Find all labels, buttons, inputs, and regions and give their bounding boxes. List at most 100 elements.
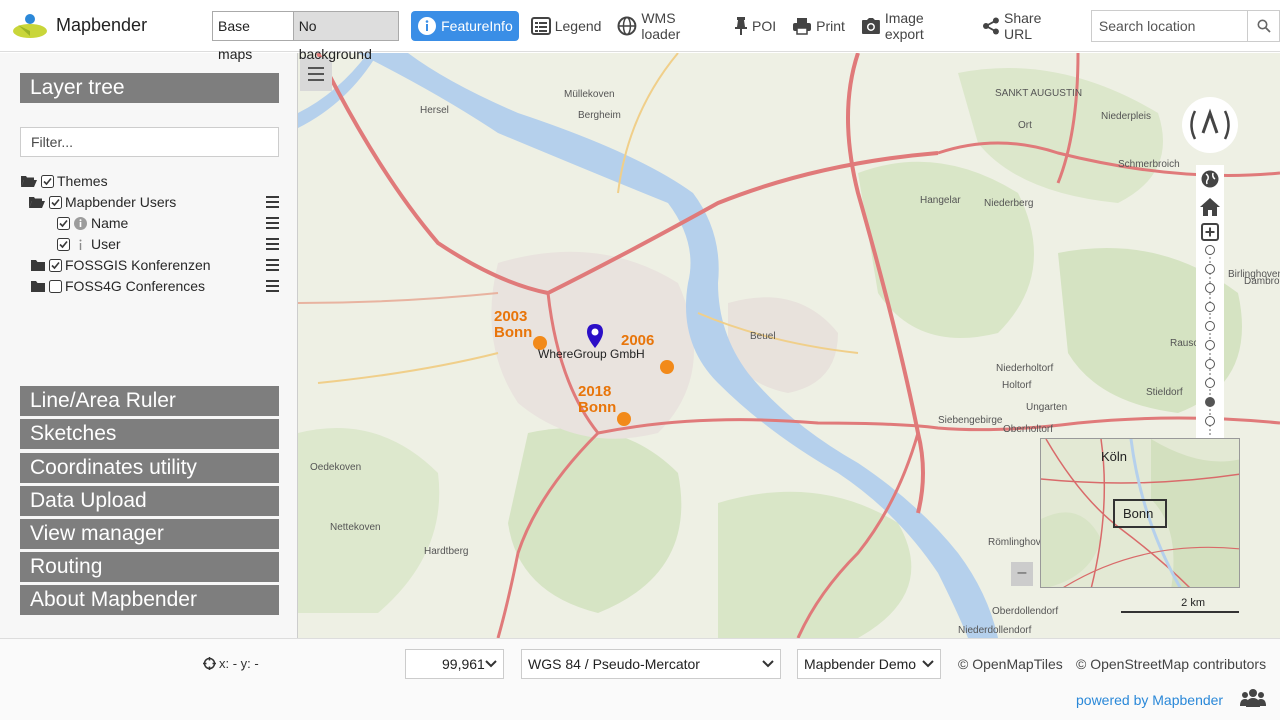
folder-open-icon [29,197,45,208]
map-label-stieldorf: Stieldorf [1146,387,1183,398]
scale-value: 99,961 [442,656,485,672]
share-url-button[interactable]: Share URL [978,10,1077,42]
checkbox-checked-icon[interactable] [41,174,54,188]
folder-icon [31,280,45,292]
layer-menu-icon[interactable] [266,255,279,275]
tree-node-themes[interactable]: Themes [20,171,108,191]
map-label-oberholtorf: Oberholtorf [1003,424,1054,435]
map-label-niederdollendorf: Niederdollendorf [958,625,1032,636]
scale-select[interactable]: 99,961 [405,649,504,679]
pushpin-icon [734,16,747,35]
globe-icon [617,16,637,35]
zoom-level-stop[interactable] [1205,283,1215,293]
map-label-holtorf: Holtorf [1002,380,1032,391]
map-label-hardtberg: Hardtberg [424,546,469,557]
zoom-in-icon[interactable] [1201,223,1219,241]
poi-button[interactable]: POI [730,11,780,41]
layer-tree-header[interactable]: Layer tree [20,73,279,103]
accordion-sketches[interactable]: Sketches [20,419,279,449]
map-label-oberdollendorf: Oberdollendorf [992,606,1059,617]
folder-icon [31,259,45,271]
overview-label-bonn: Bonn [1123,506,1154,521]
tree-node-user[interactable]: User [57,234,121,254]
globe-icon[interactable] [1201,170,1219,188]
accordion-view-manager[interactable]: View manager [20,519,279,549]
map-canvas[interactable]: Hersel Müllekoven Bergheim SANKT AUGUSTI… [298,53,1280,638]
search-input[interactable] [1091,10,1247,41]
checkbox-unchecked-icon[interactable] [49,279,62,293]
checkbox-checked-icon[interactable] [49,195,62,209]
accordion-line-area-ruler[interactable]: Line/Area Ruler [20,386,279,416]
zoom-level-current[interactable] [1205,397,1215,407]
tree-node-foss4g[interactable]: FOSS4G Conferences [30,276,205,296]
map-label-dambroich: Dambroich [1244,276,1280,287]
powered-by-link[interactable]: powered by Mapbender [1076,692,1223,708]
compass-rotate-icon [1190,108,1230,140]
srs-select[interactable]: WGS 84 / Pseudo-Mercator [521,649,781,679]
map-label-siebengebirge: Siebengebirge [938,415,1003,426]
home-icon[interactable] [1199,197,1221,217]
overview-minimize-button[interactable]: – [1011,562,1033,586]
scale-bar-line [1121,611,1239,613]
legend-button[interactable]: Legend [527,11,606,41]
attribution-openmaptiles[interactable]: © OpenMapTiles [958,656,1063,672]
zoom-level-stop[interactable] [1205,416,1215,426]
wheregroup-label: WhereGroup GmbH [538,347,645,361]
layer-menu-icon[interactable] [266,192,279,212]
wms-loader-button[interactable]: WMS loader [613,10,722,42]
sidebar: Layer tree Themes Mapbender Users Name U… [0,53,298,638]
zoom-level-stop[interactable] [1205,378,1215,388]
tree-label-themes: Themes [57,173,108,189]
overview-label-koln: Köln [1101,449,1128,464]
zoom-level-stop[interactable] [1205,359,1215,369]
tree-node-fossgis[interactable]: FOSSGIS Konferenzen [30,255,211,275]
mapbender-logo-icon [13,13,47,38]
search-button[interactable] [1247,10,1279,41]
featureinfo-button[interactable]: FeatureInfo [411,10,519,41]
accordion-about-mapbender[interactable]: About Mapbender [20,585,279,615]
zoom-level-stop[interactable] [1205,302,1215,312]
info-circle-icon[interactable] [73,216,88,231]
application-switcher[interactable]: Mapbender Demo [797,649,941,679]
featureinfo-label: FeatureInfo [441,17,513,34]
users-icon[interactable] [1240,687,1266,709]
zoom-level-stop[interactable] [1205,340,1215,350]
rotation-control[interactable] [1182,97,1238,153]
brand[interactable]: Mapbender [12,11,207,41]
coordinates-text: x: - y: - [219,656,259,671]
application-value: Mapbender Demo [804,656,917,672]
layer-menu-icon[interactable] [266,213,279,233]
accordion-data-upload[interactable]: Data Upload [20,486,279,516]
basemap-switcher: Base maps No background [212,10,400,62]
poi-label-2018: 2018 Bonn [578,383,617,416]
base-maps-option[interactable]: Base maps [213,12,293,62]
layer-menu-icon[interactable] [266,234,279,254]
image-export-button[interactable]: Image export [857,9,970,42]
accordion-routing[interactable]: Routing [20,552,279,582]
checkbox-checked-icon[interactable] [57,216,70,230]
tree-label-user: User [91,236,121,252]
checkbox-checked-icon[interactable] [49,258,62,272]
checkbox-checked-icon[interactable] [57,237,70,251]
srs-value: WGS 84 / Pseudo-Mercator [528,656,700,672]
no-background-option[interactable]: No background [292,11,399,62]
zoom-level-stop[interactable] [1205,245,1215,255]
overview-map[interactable]: Köln Bonn [1040,438,1240,588]
layer-filter-input[interactable] [20,127,279,157]
poi-marker-2018[interactable] [617,412,631,426]
poi-marker-2006[interactable] [660,360,674,374]
tree-node-mapbender-users[interactable]: Mapbender Users [28,192,176,212]
info-icon[interactable] [73,237,88,252]
tree-node-name[interactable]: Name [57,213,128,233]
zoom-level-stop[interactable] [1205,321,1215,331]
print-button[interactable]: Print [788,11,849,41]
image-export-label: Image export [884,9,924,42]
layer-menu-icon[interactable] [266,276,279,296]
map-label-beuel: Beuel [750,331,776,342]
map-label-niederberg: Niederberg [984,198,1034,209]
zoom-level-stop[interactable] [1205,264,1215,274]
chevron-down-icon [485,660,497,668]
location-marker-icon[interactable] [586,323,604,349]
attribution-osm[interactable]: © OpenStreetMap contributors [1076,656,1266,672]
accordion-coordinates-utility[interactable]: Coordinates utility [20,453,279,483]
